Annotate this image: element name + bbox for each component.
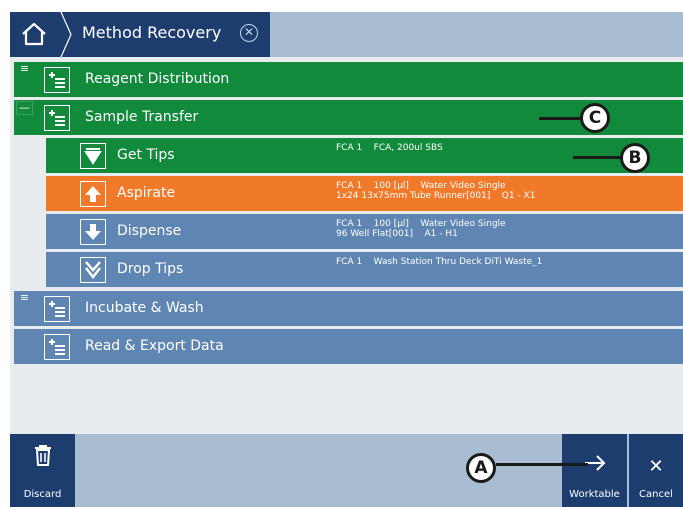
callout-c: C	[580, 103, 610, 133]
bottom-toolbar: Discard Worktable ✕ Cancel	[10, 434, 683, 507]
step-label: Aspirate	[117, 185, 176, 201]
close-tab-icon[interactable]: ✕	[240, 24, 258, 42]
expand-icon[interactable]: ≡	[16, 63, 33, 77]
tree-group-label: Reagent Distribution	[85, 71, 230, 87]
worktable-button[interactable]: Worktable	[562, 434, 627, 507]
step-label: Dispense	[117, 223, 182, 239]
step-label: Get Tips	[117, 147, 175, 163]
step-drop-tips[interactable]: Drop Tips FCA 1 Wash Station Thru Deck D…	[46, 252, 683, 287]
tree-group-label: Read & Export Data	[85, 338, 224, 354]
cancel-button[interactable]: ✕ Cancel	[629, 434, 683, 507]
group-icon	[44, 67, 70, 93]
collapse-icon[interactable]: —	[16, 101, 33, 115]
tree-group-label: Incubate & Wash	[85, 300, 204, 316]
step-detail: FCA 1 FCA, 200ul SBS	[336, 143, 443, 153]
step-detail: FCA 1 100 [µl] Water Video Single 1x24 1…	[336, 181, 536, 201]
tree-group-incubate-wash[interactable]: ≡ Incubate & Wash	[14, 291, 683, 326]
step-aspirate[interactable]: Aspirate FCA 1 100 [µl] Water Video Sing…	[46, 176, 683, 211]
top-bar: Method Recovery ✕	[10, 12, 683, 57]
worktable-label: Worktable	[569, 489, 620, 500]
step-label: Drop Tips	[117, 261, 184, 277]
discard-label: Discard	[23, 489, 62, 500]
method-recovery-window: Method Recovery ✕ ≡ Reagent Distribution…	[10, 12, 683, 507]
close-icon: ✕	[648, 456, 664, 477]
step-detail: FCA 1 100 [µl] Water Video Single 96 Wel…	[336, 219, 506, 239]
cancel-label: Cancel	[639, 489, 673, 500]
callout-b: B	[620, 143, 650, 173]
group-icon	[44, 296, 70, 322]
expand-icon[interactable]: ≡	[16, 292, 33, 306]
trash-icon	[10, 444, 75, 470]
callout-a: A	[466, 453, 496, 483]
aspirate-arrow-up-icon	[80, 181, 106, 207]
tree-group-reagent-distribution[interactable]: ≡ Reagent Distribution	[14, 62, 683, 97]
page-title: Method Recovery	[82, 23, 222, 42]
breadcrumb-chevron-icon	[60, 12, 72, 57]
step-dispense[interactable]: Dispense FCA 1 100 [µl] Water Video Sing…	[46, 214, 683, 249]
callout-a-leader	[496, 463, 588, 466]
method-recovery-tab[interactable]: Method Recovery ✕	[60, 12, 270, 57]
callout-c-leader	[539, 117, 581, 120]
home-button[interactable]	[10, 12, 60, 57]
get-tips-icon	[80, 143, 106, 169]
callout-b-leader	[573, 156, 621, 159]
tree-group-label: Sample Transfer	[85, 109, 199, 125]
discard-button[interactable]: Discard	[10, 434, 75, 507]
home-icon	[22, 22, 46, 46]
tree-group-read-export-data[interactable]: Read & Export Data	[14, 329, 683, 364]
group-icon	[44, 105, 70, 131]
drop-tips-icon	[80, 257, 106, 283]
step-detail: FCA 1 Wash Station Thru Deck DiTi Waste_…	[336, 257, 543, 267]
dispense-arrow-down-icon	[80, 219, 106, 245]
group-icon	[44, 334, 70, 360]
